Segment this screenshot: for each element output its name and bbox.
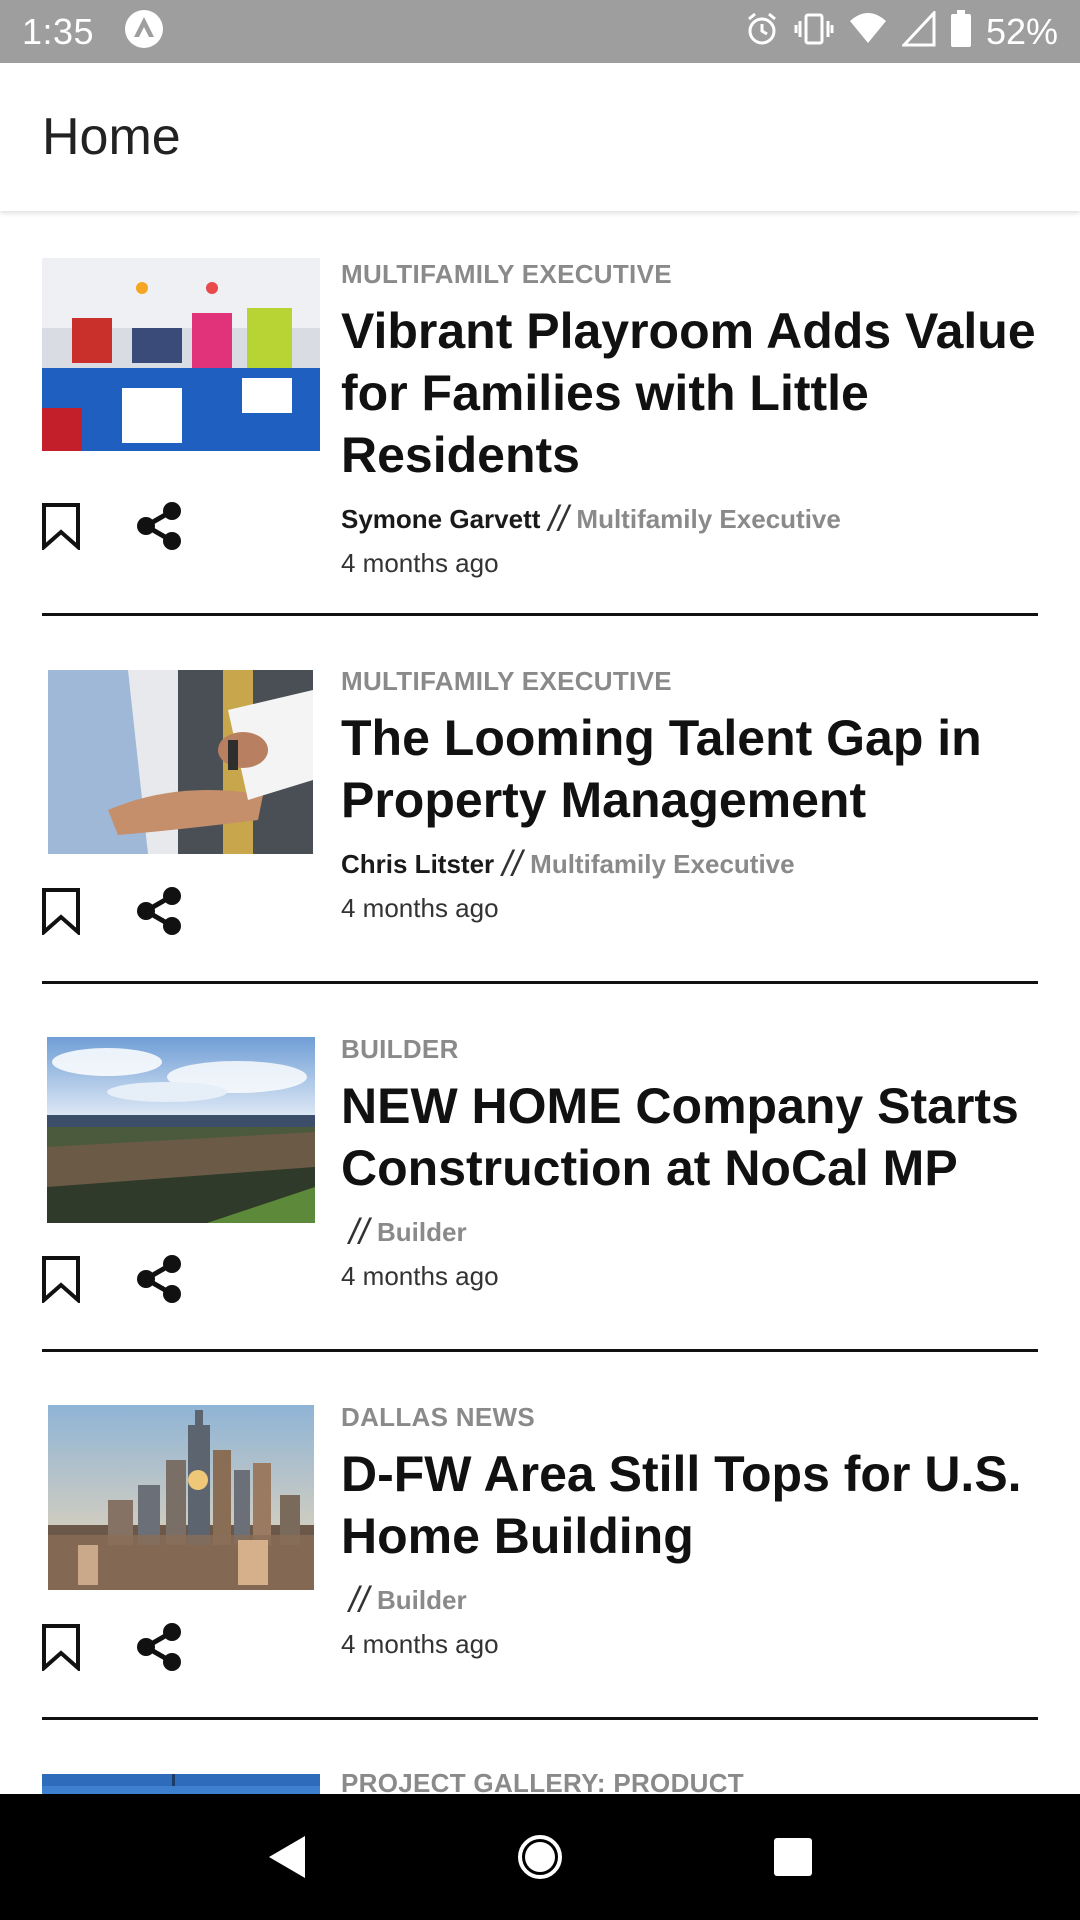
publish-date: 4 months ago bbox=[341, 1261, 499, 1291]
byline-separator: // bbox=[548, 498, 569, 539]
source-tag: PROJECT GALLERY: PRODUCT bbox=[341, 1768, 744, 1794]
article-card[interactable]: BUILDER NEW HOME Company Starts Construc… bbox=[0, 984, 1080, 1351]
recents-square-icon bbox=[774, 1838, 813, 1876]
author-name: Symone Garvett bbox=[341, 503, 541, 534]
publish-date: 4 months ago bbox=[341, 548, 499, 578]
article-card[interactable]: DALLAS NEWS D-FW Area Still Tops for U.S… bbox=[0, 1352, 1080, 1719]
source-tag: DALLAS NEWS bbox=[341, 1402, 535, 1432]
source-tag: MULTIFAMILY EXECUTIVE bbox=[341, 259, 672, 289]
byline: Symone Garvett // Multifamily Executive bbox=[341, 498, 1041, 540]
share-icon[interactable] bbox=[134, 1622, 184, 1672]
battery-percent: 52% bbox=[985, 10, 1058, 52]
author-name: Chris Litster bbox=[341, 848, 495, 879]
article-feed[interactable]: MULTIFAMILY EXECUTIVE Vibrant Playroom A… bbox=[0, 211, 1080, 1794]
share-icon[interactable] bbox=[134, 1254, 184, 1304]
bookmark-icon[interactable] bbox=[40, 1623, 82, 1671]
article-headline[interactable]: The Looming Talent Gap in Property Manag… bbox=[341, 707, 1041, 831]
bookmark-icon[interactable] bbox=[40, 887, 82, 935]
article-thumbnail[interactable] bbox=[47, 1037, 315, 1223]
back-triangle-icon bbox=[268, 1836, 305, 1878]
app-badge-icon bbox=[124, 9, 164, 54]
article-headline[interactable]: Vibrant Playroom Adds Value for Families… bbox=[341, 300, 1041, 486]
publish-date: 4 months ago bbox=[341, 893, 499, 923]
publisher-name: Builder bbox=[377, 1584, 467, 1615]
article-headline[interactable]: NEW HOME Company Starts Construction at … bbox=[341, 1075, 1041, 1199]
home-button[interactable] bbox=[490, 1807, 590, 1907]
article-actions bbox=[40, 1254, 184, 1304]
article-thumbnail[interactable] bbox=[42, 258, 320, 451]
article-text[interactable]: DALLAS NEWS D-FW Area Still Tops for U.S… bbox=[341, 1402, 1041, 1660]
byline: // Builder bbox=[341, 1579, 1041, 1621]
navigation-bar bbox=[0, 1794, 1080, 1920]
article-text[interactable]: MULTIFAMILY EXECUTIVE Vibrant Playroom A… bbox=[341, 259, 1041, 579]
article-text[interactable]: BUILDER NEW HOME Company Starts Construc… bbox=[341, 1034, 1041, 1292]
article-card[interactable]: PROJECT GALLERY: PRODUCT bbox=[0, 1720, 1080, 1794]
publisher-name: Multifamily Executive bbox=[576, 503, 841, 534]
publisher-name: Multifamily Executive bbox=[530, 848, 795, 879]
source-tag: MULTIFAMILY EXECUTIVE bbox=[341, 666, 672, 696]
article-actions bbox=[40, 501, 184, 551]
signal-icon bbox=[900, 9, 936, 52]
status-time: 1:35 bbox=[22, 10, 95, 52]
status-bar: 1:35 52% bbox=[0, 0, 1080, 63]
byline: // Builder bbox=[341, 1211, 1041, 1253]
bookmark-icon[interactable] bbox=[40, 502, 82, 550]
page-title: Home bbox=[42, 108, 181, 166]
home-circle-icon bbox=[517, 1835, 562, 1879]
vibrate-icon bbox=[794, 11, 834, 52]
wifi-icon bbox=[848, 11, 888, 52]
byline-separator: // bbox=[349, 1579, 370, 1620]
byline-separator: // bbox=[349, 1211, 370, 1252]
byline: Chris Litster // Multifamily Executive bbox=[341, 843, 1041, 885]
article-actions bbox=[40, 1622, 184, 1672]
article-card[interactable]: MULTIFAMILY EXECUTIVE Vibrant Playroom A… bbox=[0, 211, 1080, 616]
bookmark-icon[interactable] bbox=[40, 1255, 82, 1303]
share-icon[interactable] bbox=[134, 501, 184, 551]
battery-icon bbox=[950, 10, 972, 53]
app-bar: Home bbox=[0, 63, 1080, 211]
article-thumbnail[interactable] bbox=[48, 1405, 314, 1590]
article-headline[interactable]: D-FW Area Still Tops for U.S. Home Build… bbox=[341, 1443, 1041, 1567]
article-thumbnail[interactable] bbox=[42, 1774, 320, 1794]
share-icon[interactable] bbox=[134, 886, 184, 936]
article-actions bbox=[40, 886, 184, 936]
article-text[interactable]: PROJECT GALLERY: PRODUCT bbox=[341, 1768, 1041, 1794]
back-button[interactable] bbox=[237, 1807, 337, 1907]
article-text[interactable]: MULTIFAMILY EXECUTIVE The Looming Talent… bbox=[341, 666, 1041, 924]
byline-separator: // bbox=[502, 843, 523, 884]
alarm-icon bbox=[744, 11, 780, 52]
article-card[interactable]: MULTIFAMILY EXECUTIVE The Looming Talent… bbox=[0, 616, 1080, 983]
source-tag: BUILDER bbox=[341, 1034, 459, 1064]
publish-date: 4 months ago bbox=[341, 1629, 499, 1659]
recents-button[interactable] bbox=[743, 1807, 843, 1907]
article-thumbnail[interactable] bbox=[48, 670, 313, 854]
publisher-name: Builder bbox=[377, 1216, 467, 1247]
